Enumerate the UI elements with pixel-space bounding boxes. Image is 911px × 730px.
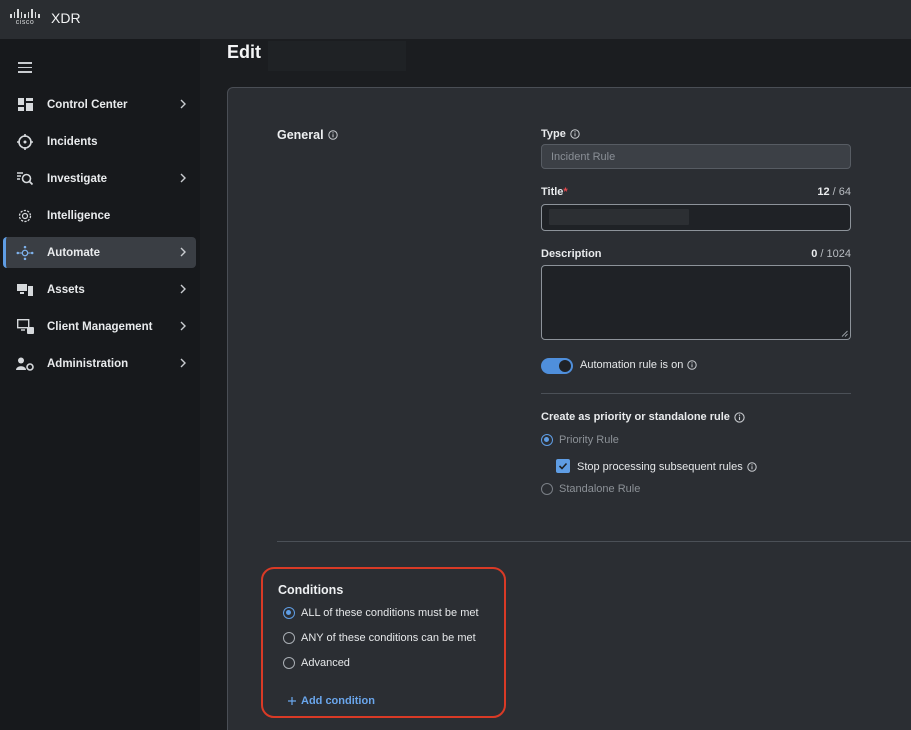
- description-max: / 1024: [820, 248, 851, 260]
- crosshair-icon: [16, 133, 34, 150]
- title-count: 12: [817, 186, 830, 198]
- title-char-counter: 12 / 64: [770, 186, 851, 198]
- chevron-right-icon: [180, 358, 186, 368]
- chevron-right-icon: [180, 321, 186, 331]
- redacted-title-value: [549, 209, 689, 225]
- description-label-text: Description: [541, 248, 602, 260]
- sidebar-item-investigate[interactable]: Investigate: [3, 163, 196, 194]
- priority-rule-radio[interactable]: [541, 434, 553, 446]
- devices-icon: [16, 282, 34, 298]
- automation-toggle-label: Automation rule is on: [580, 359, 698, 371]
- workflow-icon: [16, 245, 34, 261]
- title-label-text: Title: [541, 186, 564, 198]
- top-bar: cisco XDR: [0, 0, 911, 39]
- sidebar: Control Center Incidents Investigate Int…: [0, 39, 200, 730]
- conditions-highlight-box: [261, 567, 506, 718]
- sidebar-item-client-management[interactable]: Client Management: [3, 311, 196, 342]
- logo-text: cisco: [15, 19, 35, 26]
- sidebar-item-label: Automate: [47, 246, 101, 259]
- standalone-rule-radio[interactable]: [541, 483, 553, 495]
- description-label: Description: [541, 248, 602, 260]
- divider: [541, 393, 851, 394]
- automation-toggle-text: Automation rule is on: [580, 359, 684, 371]
- info-icon[interactable]: [747, 462, 757, 472]
- automation-toggle[interactable]: [541, 358, 573, 374]
- chevron-right-icon: [180, 99, 186, 109]
- hamburger-menu-icon[interactable]: [18, 62, 32, 73]
- redacted-title: [268, 41, 406, 71]
- required-mark: *: [563, 186, 568, 198]
- sidebar-item-administration[interactable]: Administration: [3, 348, 196, 379]
- type-label-text: Type: [541, 128, 566, 140]
- sidebar-item-label: Incidents: [47, 135, 98, 148]
- sidebar-item-label: Client Management: [47, 320, 153, 333]
- brain-gear-icon: [16, 208, 34, 224]
- title-label: Title *: [541, 186, 568, 198]
- sidebar-item-assets[interactable]: Assets: [3, 274, 196, 305]
- priority-label: Create as priority or standalone rule: [541, 411, 745, 423]
- sidebar-item-intelligence[interactable]: Intelligence: [3, 200, 196, 231]
- chevron-right-icon: [180, 247, 186, 257]
- dashboard-icon: [16, 97, 34, 113]
- description-count: 0: [811, 248, 818, 260]
- check-icon: [558, 462, 568, 470]
- title-max: / 64: [832, 186, 851, 198]
- info-icon[interactable]: [687, 360, 698, 370]
- priority-label-text: Create as priority or standalone rule: [541, 411, 730, 423]
- stop-processing-checkbox[interactable]: [556, 459, 570, 473]
- user-gear-icon: [16, 356, 34, 372]
- search-list-icon: [16, 171, 34, 187]
- type-field: [541, 144, 851, 169]
- sidebar-item-label: Investigate: [47, 172, 108, 185]
- general-section-label: General: [277, 128, 338, 142]
- info-icon[interactable]: [327, 130, 338, 140]
- type-label: Type: [541, 128, 580, 140]
- sidebar-item-automate[interactable]: Automate: [3, 237, 196, 268]
- stop-processing-label: Stop processing subsequent rules: [577, 461, 757, 473]
- sidebar-item-label: Intelligence: [47, 209, 111, 222]
- chevron-right-icon: [180, 284, 186, 294]
- info-icon[interactable]: [734, 411, 745, 423]
- sidebar-item-label: Administration: [47, 357, 129, 370]
- cisco-logo[interactable]: cisco: [9, 9, 41, 29]
- stop-processing-text: Stop processing subsequent rules: [577, 461, 743, 473]
- description-textarea[interactable]: [541, 265, 851, 340]
- description-char-counter: 0 / 1024: [770, 248, 851, 260]
- general-label-text: General: [277, 128, 324, 142]
- sidebar-item-label: Control Center: [47, 98, 128, 111]
- priority-rule-label: Priority Rule: [559, 434, 619, 446]
- chevron-right-icon: [180, 173, 186, 183]
- page-title: Edit: [227, 42, 261, 62]
- section-divider: [277, 541, 911, 542]
- sidebar-item-label: Assets: [47, 283, 85, 296]
- app-title: XDR: [51, 10, 81, 26]
- client-device-icon: [16, 319, 34, 335]
- resize-grip-icon[interactable]: [841, 330, 848, 337]
- standalone-rule-label: Standalone Rule: [559, 483, 641, 495]
- info-icon[interactable]: [570, 129, 580, 139]
- sidebar-item-control-center[interactable]: Control Center: [3, 89, 196, 120]
- sidebar-item-incidents[interactable]: Incidents: [3, 126, 196, 157]
